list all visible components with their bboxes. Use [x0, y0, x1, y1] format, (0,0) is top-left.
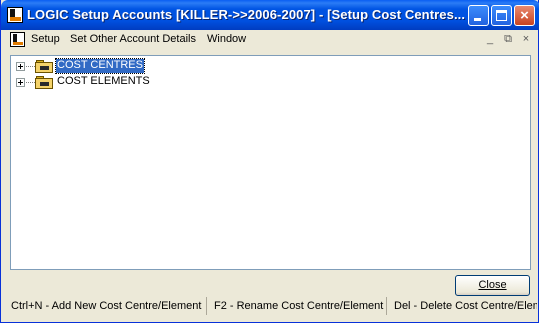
mdi-restore-icon[interactable]: ⧉: [501, 32, 515, 46]
minimize-button[interactable]: [468, 5, 489, 26]
maximize-button[interactable]: [491, 5, 512, 26]
status-hint-add: Ctrl+N - Add New Cost Centre/Element: [4, 297, 207, 315]
folder-icon: [35, 60, 55, 73]
close-button[interactable]: Close: [455, 275, 530, 296]
window-title: LOGIC Setup Accounts [KILLER->>2006-2007…: [27, 7, 466, 22]
close-window-button[interactable]: ×: [514, 5, 535, 26]
main-window: LOGIC Setup Accounts [KILLER->>2006-2007…: [0, 0, 539, 323]
tree-node-cost-elements[interactable]: COST ELEMENTS: [11, 74, 211, 90]
close-icon: ×: [520, 7, 529, 24]
menu-window[interactable]: Window: [207, 33, 246, 45]
document-system-menu-icon[interactable]: [10, 32, 25, 47]
menu-setup[interactable]: Setup: [31, 33, 60, 45]
cost-centre-tree[interactable]: COST CENTRES COST ELEMENTS: [10, 55, 531, 270]
menu-set-other-account-details[interactable]: Set Other Account Details: [70, 33, 196, 45]
plus-expander-icon[interactable]: [16, 62, 25, 71]
menu-bar: Setup Set Other Account Details Window _…: [4, 30, 537, 49]
status-hint-delete: Del - Delete Cost Centre/Element: [394, 300, 537, 312]
title-bar[interactable]: LOGIC Setup Accounts [KILLER->>2006-2007…: [1, 0, 539, 30]
tree-node-cost-centres[interactable]: COST CENTRES: [11, 58, 211, 74]
tree-node-label[interactable]: COST ELEMENTS: [56, 75, 151, 89]
mdi-minimize-icon[interactable]: _: [483, 32, 497, 46]
plus-expander-icon[interactable]: [16, 78, 25, 87]
logic-app-icon[interactable]: [7, 7, 23, 23]
minimize-icon: [474, 18, 481, 21]
close-button-label: Close: [478, 279, 507, 291]
tree-connector: [26, 66, 35, 67]
status-bar: Ctrl+N - Add New Cost Centre/Element F2 …: [4, 297, 537, 316]
folder-icon: [35, 76, 55, 89]
tree-node-label[interactable]: COST CENTRES: [55, 58, 145, 74]
tree-connector: [26, 82, 35, 83]
mdi-close-icon[interactable]: ×: [519, 32, 533, 46]
status-hint-rename: F2 - Rename Cost Centre/Element: [207, 297, 387, 315]
maximize-icon: [496, 10, 507, 21]
